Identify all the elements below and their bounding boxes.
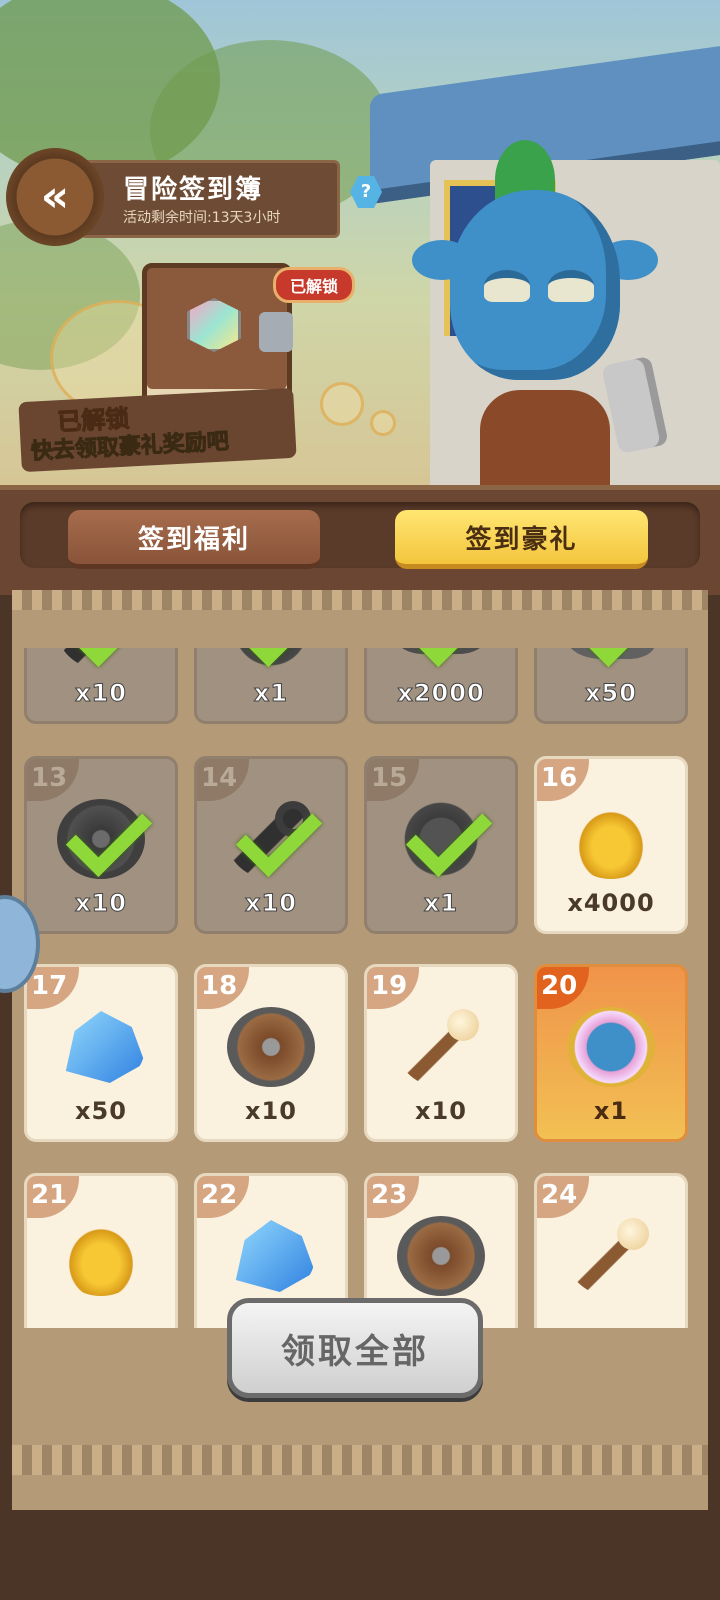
reward-cell[interactable]: 19 x10 xyxy=(364,964,518,1142)
reward-grid-viewport[interactable]: x10 x1 x2000 x50 13 x10 14 x10 15 x1 16 x4000 17 x50 1… xyxy=(12,648,708,1328)
board-bottom-trim xyxy=(12,1445,708,1475)
day-number: 19 xyxy=(367,967,419,1009)
coins-icon xyxy=(57,1216,145,1296)
reward-cell[interactable]: x1 xyxy=(194,648,348,724)
tab-signin-welfare[interactable]: 签到福利 xyxy=(68,510,320,569)
day-number: 16 xyxy=(537,759,589,801)
clasp-icon xyxy=(259,312,293,352)
reward-quantity: x10 xyxy=(415,1097,467,1125)
reward-cell[interactable]: 15 x1 xyxy=(364,756,518,934)
reward-cell[interactable]: x2000 xyxy=(364,648,518,724)
tab-bar: 签到福利 签到豪礼 xyxy=(0,485,720,595)
troll-character xyxy=(412,130,669,495)
reward-cell[interactable]: x10 xyxy=(24,648,178,724)
reward-cell[interactable]: 18 x10 xyxy=(194,964,348,1142)
unlock-panel: 已解锁 已解锁 快去领取豪礼奖励吧 xyxy=(18,255,396,473)
back-button[interactable]: « xyxy=(6,148,104,246)
axe-icon xyxy=(601,355,669,455)
book-icon[interactable] xyxy=(142,263,293,408)
character-body xyxy=(480,390,610,495)
reward-quantity: x10 xyxy=(75,889,127,918)
reward-cell[interactable]: 14 x10 xyxy=(194,756,348,934)
reward-cell[interactable]: x50 xyxy=(534,648,688,724)
unlocked-badge: 已解锁 xyxy=(273,267,356,303)
cloud-decoration xyxy=(320,382,364,426)
day-number: 21 xyxy=(27,1176,79,1218)
reward-cell[interactable]: 20 x1 xyxy=(534,964,688,1142)
unlock-banner: 已解锁 快去领取豪礼奖励吧 xyxy=(18,387,297,473)
coins-icon xyxy=(567,799,655,879)
day-number: 22 xyxy=(197,1176,249,1218)
day-number: 23 xyxy=(367,1176,419,1218)
reward-quantity: x10 xyxy=(245,889,297,918)
staff-icon xyxy=(397,1007,485,1087)
claim-all-label: 领取全部 xyxy=(281,1331,429,1372)
crystal-icon xyxy=(65,1011,145,1083)
reward-cell[interactable]: 21 xyxy=(24,1173,178,1328)
shield-icon xyxy=(397,1216,485,1296)
reward-quantity: x1 xyxy=(253,679,289,708)
reward-quantity: x1 xyxy=(423,889,459,918)
title-plate: 冒险签到簿 活动剩余时间:13天3小时 xyxy=(80,160,340,238)
crystal-icon xyxy=(235,1220,315,1292)
gem-icon xyxy=(187,298,241,352)
page-title: 冒险签到簿 xyxy=(123,175,264,205)
character-eye xyxy=(484,270,530,302)
reward-quantity: x1 xyxy=(593,1097,629,1125)
day-number: 24 xyxy=(537,1176,589,1218)
reward-quantity: x4000 xyxy=(567,889,655,917)
reward-quantity: x50 xyxy=(75,1097,127,1125)
character-eye xyxy=(548,270,594,302)
cloud-decoration xyxy=(370,410,396,436)
avatar-icon xyxy=(567,1007,655,1087)
reward-quantity: x10 xyxy=(245,1097,297,1125)
reward-quantity: x10 xyxy=(75,679,127,708)
character-head xyxy=(450,190,620,380)
day-number: 18 xyxy=(197,967,249,1009)
claim-all-button[interactable]: 领取全部 xyxy=(227,1298,483,1398)
reward-quantity: x2000 xyxy=(397,679,485,708)
reward-cell[interactable]: 24 xyxy=(534,1173,688,1328)
reward-cell[interactable]: 17 x50 xyxy=(24,964,178,1142)
shield-icon xyxy=(227,1007,315,1087)
day-number: 14 xyxy=(197,759,249,801)
time-remaining: 活动剩余时间:13天3小时 xyxy=(123,210,281,226)
day-number: 15 xyxy=(367,759,419,801)
day-number: 13 xyxy=(27,759,79,801)
day-number: 20 xyxy=(537,967,589,1009)
reward-quantity: x50 xyxy=(585,679,637,708)
double-chevron-left-icon: « xyxy=(40,171,70,222)
reward-cell[interactable]: 16 x4000 xyxy=(534,756,688,934)
tab-signin-gift[interactable]: 签到豪礼 xyxy=(395,510,648,569)
staff-icon xyxy=(567,1216,655,1296)
reward-cell[interactable]: 13 x10 xyxy=(24,756,178,934)
